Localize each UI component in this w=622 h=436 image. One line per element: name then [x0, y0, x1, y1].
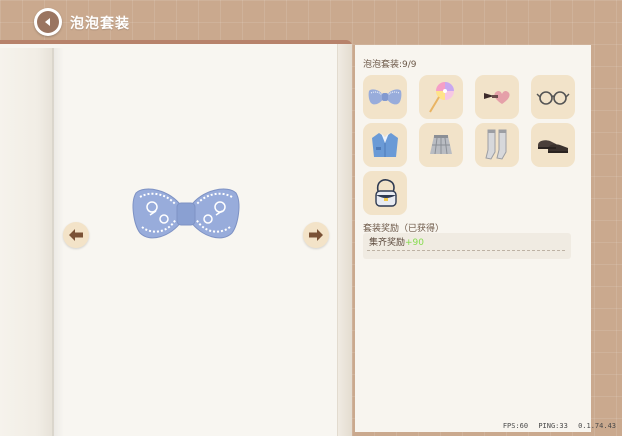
set-item-skirt[interactable] — [419, 123, 463, 167]
bag-icon — [375, 179, 397, 207]
book-spine — [52, 48, 64, 436]
arrow-right-icon — [309, 229, 323, 241]
fps-counter: FPS:60 — [502, 422, 529, 430]
glasses-icon — [536, 91, 570, 105]
arrow-left-icon — [69, 229, 83, 241]
shoes-icon — [538, 140, 568, 153]
reward-row: 集齐奖励+90 — [369, 235, 424, 248]
reward-divider — [367, 250, 565, 251]
set-item-jacket[interactable] — [363, 123, 407, 167]
set-item-bag[interactable] — [363, 171, 407, 215]
set-item-glasses[interactable] — [531, 75, 575, 119]
lollipop-icon — [429, 82, 454, 113]
set-item-bow[interactable] — [363, 75, 407, 119]
back-button[interactable] — [34, 8, 62, 36]
version-label: 0.1.74.43 — [578, 422, 616, 430]
back-arrow-icon — [37, 11, 59, 33]
page-title: 泡泡套装 — [70, 16, 130, 32]
reward-amount: +90 — [405, 238, 425, 248]
set-item-lollipop[interactable] — [419, 75, 463, 119]
set-item-hairclip[interactable] — [475, 75, 519, 119]
reward-label: 集齐奖励 — [369, 238, 406, 248]
plaid-skirt-icon — [430, 135, 452, 155]
debug-hud: FPS:60 PING:33 0.1.74.43 — [497, 422, 616, 430]
bow-preview-image — [132, 188, 240, 239]
next-item-button[interactable] — [303, 222, 329, 248]
ping-counter: PING:33 — [538, 422, 568, 430]
socks-icon — [485, 129, 507, 160]
prev-item-button[interactable] — [63, 222, 89, 248]
set-item-shoes[interactable] — [531, 123, 575, 167]
bow-icon — [368, 89, 402, 105]
jacket-icon — [372, 133, 398, 157]
set-reward-box: 集齐奖励+90 — [363, 233, 571, 259]
book-page-edge — [337, 44, 352, 436]
set-item-grid — [363, 75, 583, 215]
set-item-socks[interactable] — [475, 123, 519, 167]
heart-hairclip-icon — [484, 90, 510, 104]
set-panel: 泡泡套装:9/9 套装奖励（已获得） 集齐奖励+90 — [355, 45, 591, 432]
set-progress-label: 泡泡套装:9/9 — [363, 60, 417, 70]
book-left-page — [0, 48, 54, 436]
